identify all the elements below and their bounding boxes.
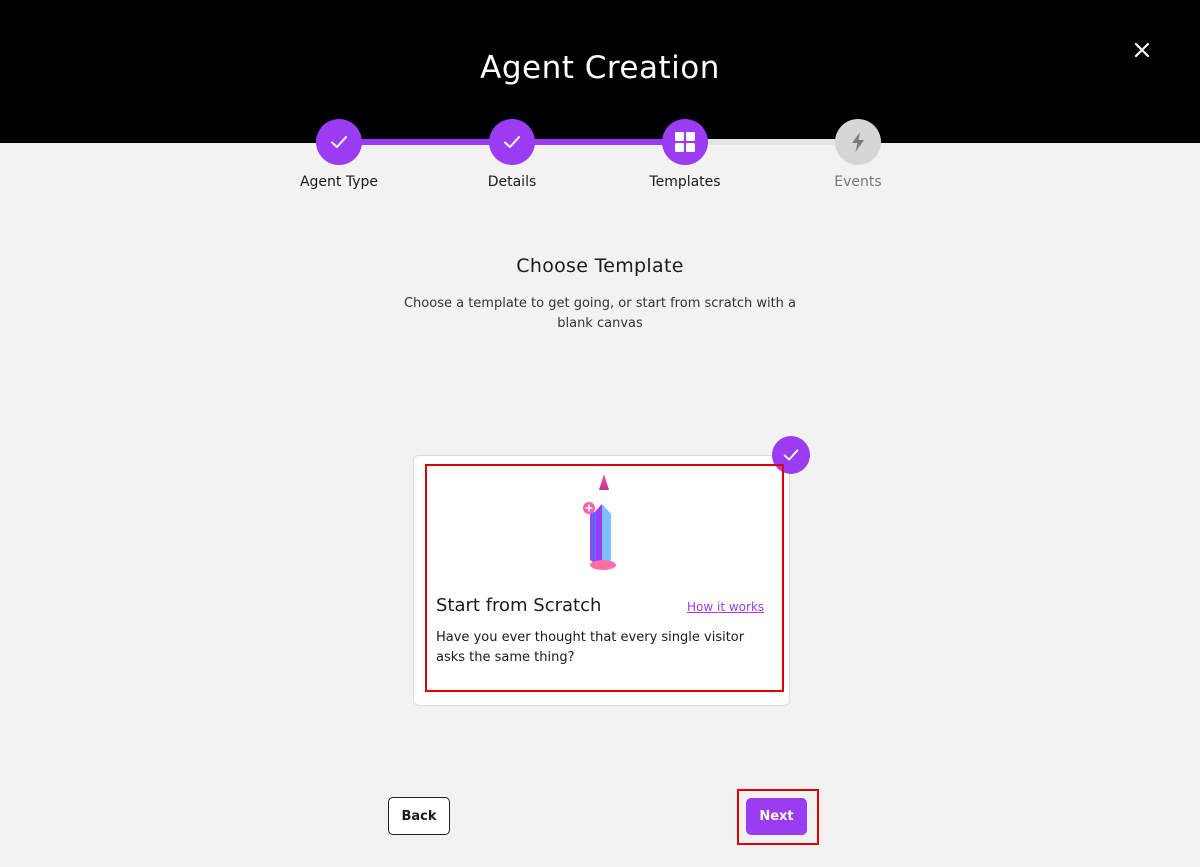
next-button[interactable]: Next: [746, 798, 807, 835]
step-label: Templates: [649, 174, 721, 190]
step-label: Events: [834, 174, 882, 190]
header-bar: Agent Creation: [0, 0, 1200, 143]
back-button[interactable]: Back: [388, 797, 450, 835]
page-title: Agent Creation: [480, 50, 720, 86]
card-title: Start from Scratch: [436, 595, 602, 616]
step-circle: [489, 119, 535, 165]
section-heading: Choose Template: [516, 255, 684, 277]
how-it-works-link[interactable]: How it works: [687, 600, 764, 614]
card-description: Have you ever thought that every single …: [436, 630, 745, 665]
step-circle: [835, 119, 881, 165]
step-agent-type[interactable]: Agent Type: [269, 119, 409, 190]
step-circle: [316, 119, 362, 165]
selected-check-badge: [772, 436, 810, 474]
section-subtext: Choose a template to get going, or start…: [403, 296, 797, 331]
grid-icon: [675, 132, 695, 152]
step-label: Details: [487, 174, 537, 190]
pencil-icon: [583, 474, 616, 570]
check-icon: [783, 449, 799, 461]
check-icon: [331, 136, 347, 148]
close-icon: [1134, 42, 1150, 58]
close-button[interactable]: [1128, 36, 1156, 64]
step-details[interactable]: Details: [442, 119, 582, 190]
step-label: Agent Type: [299, 174, 379, 190]
step-events[interactable]: Events: [788, 119, 928, 190]
lightning-icon: [852, 132, 864, 152]
check-icon: [504, 136, 520, 148]
step-templates[interactable]: Templates: [615, 119, 755, 190]
step-circle: [662, 119, 708, 165]
